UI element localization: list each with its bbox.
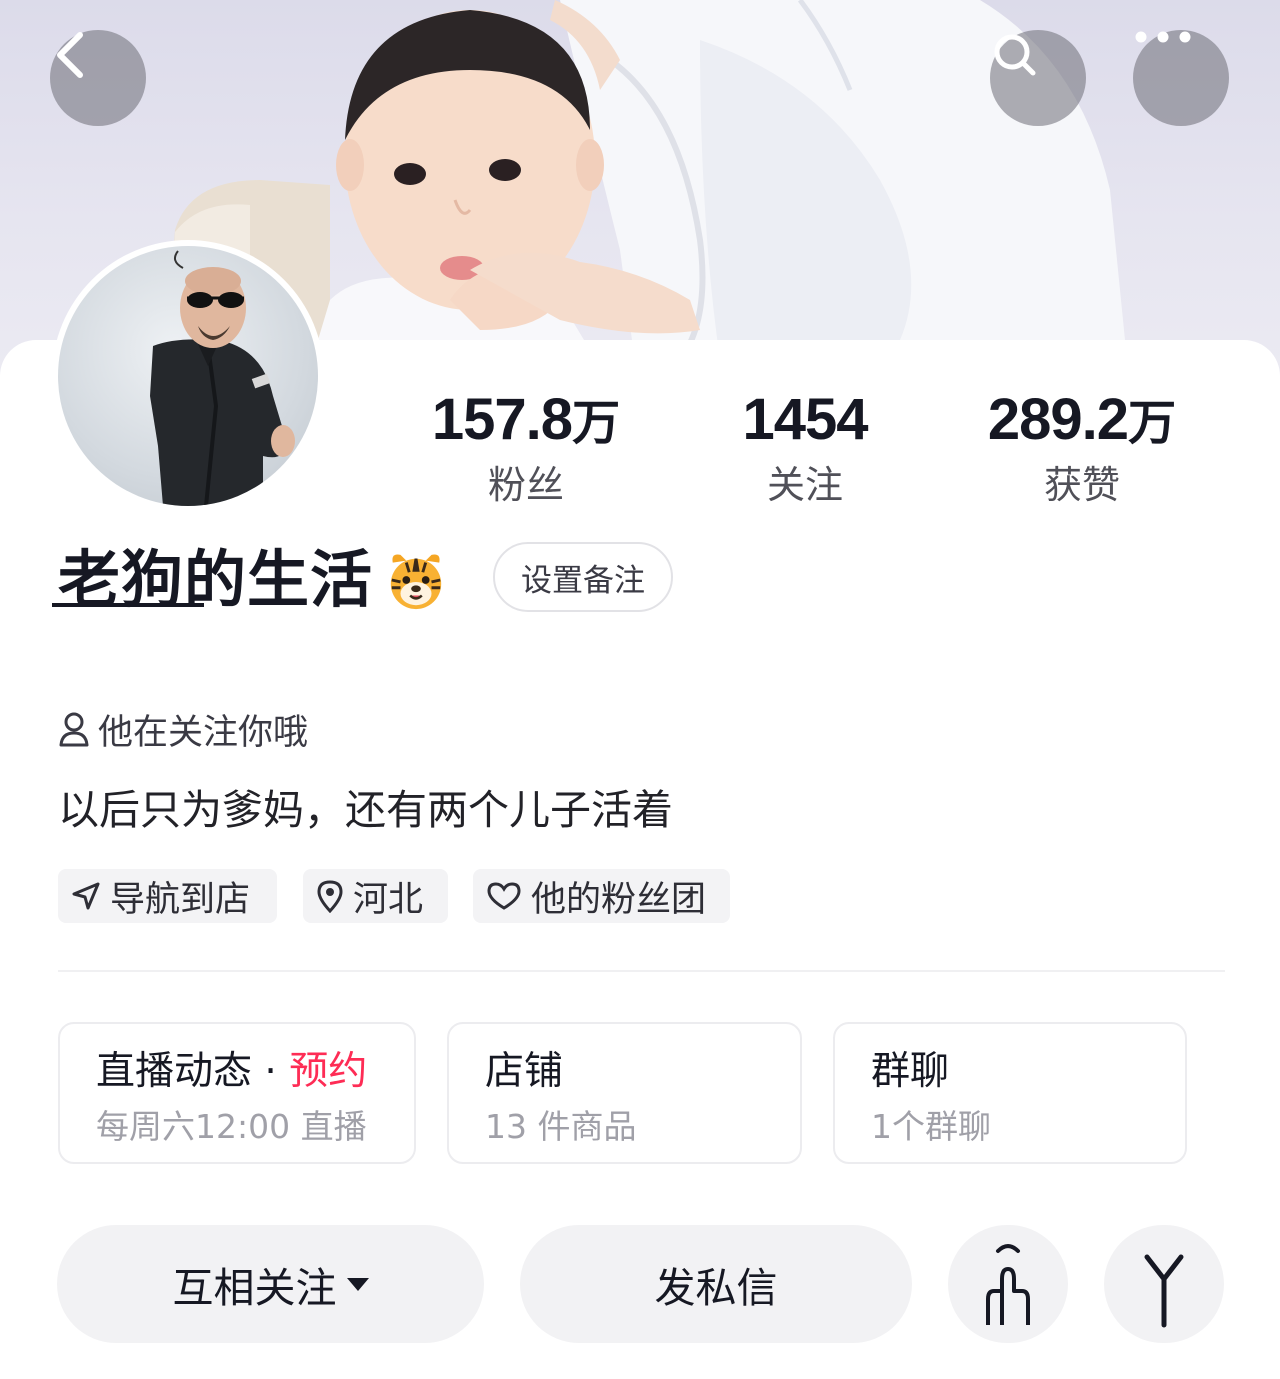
feature-title: 直播动态 · 预约 [96,1049,368,1094]
stat-label: 获赞 [1043,463,1120,507]
back-button[interactable] [50,30,146,126]
expand-button[interactable] [1104,1225,1224,1343]
avatar-photo [150,250,295,506]
tag-label: 他的粉丝团 [531,879,707,920]
location-pin-icon [317,880,343,913]
set-remark-button[interactable]: 设置备注 [493,542,673,612]
search-button[interactable] [990,30,1086,126]
section-divider [58,970,1225,972]
tiger-face-icon [390,554,442,610]
user-icon [59,712,89,747]
profile-name: 老狗的生活 [58,543,374,616]
chevron-left-icon [57,32,83,78]
feature-subtitle: 每周六12:00 直播 [96,1107,367,1146]
more-button[interactable] [1133,30,1229,126]
stat-value: 157.8万 [431,387,621,452]
tag-label: 导航到店 [110,879,251,920]
live-feature-card[interactable]: 直播动态 · 预约 每周六12:00 直播 [58,1022,416,1164]
profile-bio: 以后只为爹妈，还有两个儿子活着 [58,786,673,834]
tag-fan-club[interactable]: 他的粉丝团 [473,869,730,923]
group-chat-feature-card[interactable]: 群聊 1个群聊 [833,1022,1187,1164]
stat-value: 1454 [742,387,868,452]
share-button[interactable] [948,1225,1068,1343]
feature-subtitle: 13 件商品 [485,1107,637,1146]
send-message-button[interactable]: 发私信 [520,1225,912,1343]
tag-navigate-to-store[interactable]: 导航到店 [58,869,277,923]
name-row: 老狗的生活 [58,540,447,620]
navigation-arrow-icon [72,882,100,910]
feature-title: 店铺 [485,1049,564,1094]
shop-feature-card[interactable]: 店铺 13 件商品 [447,1022,802,1164]
send-message-label: 发私信 [654,1264,778,1312]
mutual-follow-label: 互相关注 [172,1264,337,1312]
mutual-follow-button[interactable]: 互相关注 [57,1225,484,1343]
more-horizontal-icon [1135,31,1191,43]
stat-following[interactable]: 1454 关注 [675,388,935,509]
expand-icon [1144,1254,1184,1328]
stat-followers[interactable]: 157.8万 粉丝 [396,388,656,509]
name-underline [52,603,204,607]
stat-label: 关注 [766,463,843,507]
heart-icon [487,882,521,910]
feature-subtitle: 1个群聊 [871,1107,991,1146]
follow-hint: 他在关注你哦 [58,707,308,753]
avatar[interactable] [52,240,324,512]
search-icon [994,34,1036,76]
share-hand-icon [986,1244,1030,1325]
stat-value: 289.2万 [987,387,1177,452]
caret-down-icon [346,1277,369,1291]
stat-label: 粉丝 [487,463,564,507]
follow-hint-text: 他在关注你哦 [98,712,309,753]
tag-location[interactable]: 河北 [303,869,448,923]
tag-label: 河北 [353,879,424,920]
feature-title: 群聊 [871,1049,950,1094]
stat-likes[interactable]: 289.2万 获赞 [952,388,1212,509]
